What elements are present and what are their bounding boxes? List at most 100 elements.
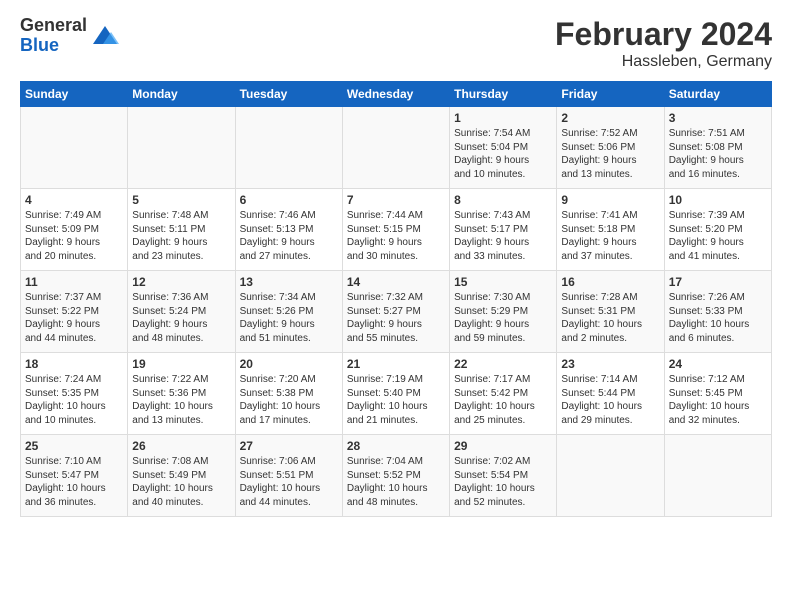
calendar-cell: 21 Sunrise: 7:19 AM Sunset: 5:40 PM Dayli… <box>342 353 449 435</box>
calendar-cell: 26Sunrise: 7:08 AM Sunset: 5:49 PM Dayli… <box>128 435 235 517</box>
day-number: 2 <box>561 111 659 125</box>
day-number: 24 <box>669 357 767 371</box>
day-number: 15 <box>454 275 552 289</box>
day-info: Sunrise: 7:46 AM Sunset: 5:13 PM Dayligh… <box>240 209 338 263</box>
day-number: 27 <box>240 439 338 453</box>
calendar-cell: 23Sunrise: 7:14 AM Sunset: 5:44 PM Dayli… <box>557 353 664 435</box>
logo: General Blue <box>20 16 119 56</box>
day-info: Sunrise: 7:14 AM Sunset: 5:44 PM Dayligh… <box>561 373 659 427</box>
day-info: Sunrise: 7:28 AM Sunset: 5:31 PM Dayligh… <box>561 291 659 345</box>
day-number: 14 <box>347 275 445 289</box>
calendar-cell <box>342 107 449 189</box>
day-number: 26 <box>132 439 230 453</box>
day-info: Sunrise: 7:36 AM Sunset: 5:24 PM Dayligh… <box>132 291 230 345</box>
calendar-cell: 7 Sunrise: 7:44 AM Sunset: 5:15 PM Daylig… <box>342 189 449 271</box>
calendar-cell: 19 Sunrise: 7:22 AM Sunset: 5:36 PM Dayli… <box>128 353 235 435</box>
calendar-week-3: 11 Sunrise: 7:37 AM Sunset: 5:22 PM Dayli… <box>21 271 772 353</box>
day-number: 28 <box>347 439 445 453</box>
col-monday: Monday <box>128 82 235 107</box>
calendar-cell: 6 Sunrise: 7:46 AM Sunset: 5:13 PM Daylig… <box>235 189 342 271</box>
day-number: 13 <box>240 275 338 289</box>
day-info: Sunrise: 7:30 AM Sunset: 5:29 PM Dayligh… <box>454 291 552 345</box>
calendar-cell <box>235 107 342 189</box>
day-info: Sunrise: 7:54 AM Sunset: 5:04 PM Dayligh… <box>454 127 552 181</box>
day-number: 6 <box>240 193 338 207</box>
day-info: Sunrise: 7:10 AM Sunset: 5:47 PM Dayligh… <box>25 455 123 509</box>
day-info: Sunrise: 7:17 AM Sunset: 5:42 PM Dayligh… <box>454 373 552 427</box>
calendar-cell: 14 Sunrise: 7:32 AM Sunset: 5:27 PM Dayli… <box>342 271 449 353</box>
day-info: Sunrise: 7:44 AM Sunset: 5:15 PM Dayligh… <box>347 209 445 263</box>
calendar-cell: 5 Sunrise: 7:48 AM Sunset: 5:11 PM Daylig… <box>128 189 235 271</box>
day-info: Sunrise: 7:26 AM Sunset: 5:33 PM Dayligh… <box>669 291 767 345</box>
col-friday: Friday <box>557 82 664 107</box>
day-number: 7 <box>347 193 445 207</box>
calendar-cell: 2 Sunrise: 7:52 AM Sunset: 5:06 PM Daylig… <box>557 107 664 189</box>
calendar-cell: 20 Sunrise: 7:20 AM Sunset: 5:38 PM Dayli… <box>235 353 342 435</box>
day-number: 5 <box>132 193 230 207</box>
calendar-cell: 18Sunrise: 7:24 AM Sunset: 5:35 PM Dayli… <box>21 353 128 435</box>
day-info: Sunrise: 7:20 AM Sunset: 5:38 PM Dayligh… <box>240 373 338 427</box>
calendar-week-5: 25 Sunrise: 7:10 AM Sunset: 5:47 PM Dayli… <box>21 435 772 517</box>
day-info: Sunrise: 7:39 AM Sunset: 5:20 PM Dayligh… <box>669 209 767 263</box>
day-info: Sunrise: 7:49 AM Sunset: 5:09 PM Dayligh… <box>25 209 123 263</box>
calendar-cell: 16 Sunrise: 7:28 AM Sunset: 5:31 PM Dayli… <box>557 271 664 353</box>
day-number: 12 <box>132 275 230 289</box>
calendar-cell: 10 Sunrise: 7:39 AM Sunset: 5:20 PM Dayli… <box>664 189 771 271</box>
day-info: Sunrise: 7:19 AM Sunset: 5:40 PM Dayligh… <box>347 373 445 427</box>
calendar-cell: 11 Sunrise: 7:37 AM Sunset: 5:22 PM Dayli… <box>21 271 128 353</box>
col-tuesday: Tuesday <box>235 82 342 107</box>
day-info: Sunrise: 7:52 AM Sunset: 5:06 PM Dayligh… <box>561 127 659 181</box>
calendar-cell: 25 Sunrise: 7:10 AM Sunset: 5:47 PM Dayli… <box>21 435 128 517</box>
day-info: Sunrise: 7:12 AM Sunset: 5:45 PM Dayligh… <box>669 373 767 427</box>
calendar-cell <box>664 435 771 517</box>
day-number: 1 <box>454 111 552 125</box>
day-number: 29 <box>454 439 552 453</box>
logo-blue: Blue <box>20 36 87 56</box>
calendar-header: Sunday Monday Tuesday Wednesday Thursday… <box>21 82 772 107</box>
calendar-cell: 4Sunrise: 7:49 AM Sunset: 5:09 PM Daylig… <box>21 189 128 271</box>
title-block: February 2024 Hassleben, Germany <box>555 16 772 71</box>
calendar-cell <box>557 435 664 517</box>
day-number: 25 <box>25 439 123 453</box>
day-number: 8 <box>454 193 552 207</box>
calendar-week-1: 1 Sunrise: 7:54 AM Sunset: 5:04 PM Daylig… <box>21 107 772 189</box>
calendar-week-2: 4Sunrise: 7:49 AM Sunset: 5:09 PM Daylig… <box>21 189 772 271</box>
day-info: Sunrise: 7:24 AM Sunset: 5:35 PM Dayligh… <box>25 373 123 427</box>
day-number: 19 <box>132 357 230 371</box>
day-info: Sunrise: 7:04 AM Sunset: 5:52 PM Dayligh… <box>347 455 445 509</box>
calendar-cell <box>21 107 128 189</box>
day-info: Sunrise: 7:34 AM Sunset: 5:26 PM Dayligh… <box>240 291 338 345</box>
logo-icon <box>91 22 119 50</box>
day-number: 11 <box>25 275 123 289</box>
day-info: Sunrise: 7:37 AM Sunset: 5:22 PM Dayligh… <box>25 291 123 345</box>
day-info: Sunrise: 7:22 AM Sunset: 5:36 PM Dayligh… <box>132 373 230 427</box>
day-info: Sunrise: 7:32 AM Sunset: 5:27 PM Dayligh… <box>347 291 445 345</box>
day-number: 21 <box>347 357 445 371</box>
calendar-cell: 22Sunrise: 7:17 AM Sunset: 5:42 PM Dayli… <box>450 353 557 435</box>
day-info: Sunrise: 7:51 AM Sunset: 5:08 PM Dayligh… <box>669 127 767 181</box>
calendar-table: Sunday Monday Tuesday Wednesday Thursday… <box>20 81 772 517</box>
day-number: 3 <box>669 111 767 125</box>
col-saturday: Saturday <box>664 82 771 107</box>
day-number: 10 <box>669 193 767 207</box>
logo-general: General <box>20 16 87 36</box>
calendar-cell: 29Sunrise: 7:02 AM Sunset: 5:54 PM Dayli… <box>450 435 557 517</box>
day-number: 20 <box>240 357 338 371</box>
calendar-cell: 8Sunrise: 7:43 AM Sunset: 5:17 PM Daylig… <box>450 189 557 271</box>
calendar-cell: 17Sunrise: 7:26 AM Sunset: 5:33 PM Dayli… <box>664 271 771 353</box>
calendar-cell: 28 Sunrise: 7:04 AM Sunset: 5:52 PM Dayli… <box>342 435 449 517</box>
col-wednesday: Wednesday <box>342 82 449 107</box>
page-header: General Blue February 2024 Hassleben, Ge… <box>20 16 772 71</box>
month-year: February 2024 <box>555 16 772 53</box>
day-info: Sunrise: 7:48 AM Sunset: 5:11 PM Dayligh… <box>132 209 230 263</box>
calendar-cell <box>128 107 235 189</box>
calendar-cell: 24 Sunrise: 7:12 AM Sunset: 5:45 PM Dayli… <box>664 353 771 435</box>
calendar-cell: 12 Sunrise: 7:36 AM Sunset: 5:24 PM Dayli… <box>128 271 235 353</box>
calendar-cell: 13 Sunrise: 7:34 AM Sunset: 5:26 PM Dayli… <box>235 271 342 353</box>
day-number: 16 <box>561 275 659 289</box>
calendar-week-4: 18Sunrise: 7:24 AM Sunset: 5:35 PM Dayli… <box>21 353 772 435</box>
calendar-body: 1 Sunrise: 7:54 AM Sunset: 5:04 PM Daylig… <box>21 107 772 517</box>
col-thursday: Thursday <box>450 82 557 107</box>
col-sunday: Sunday <box>21 82 128 107</box>
calendar-cell: 9Sunrise: 7:41 AM Sunset: 5:18 PM Daylig… <box>557 189 664 271</box>
